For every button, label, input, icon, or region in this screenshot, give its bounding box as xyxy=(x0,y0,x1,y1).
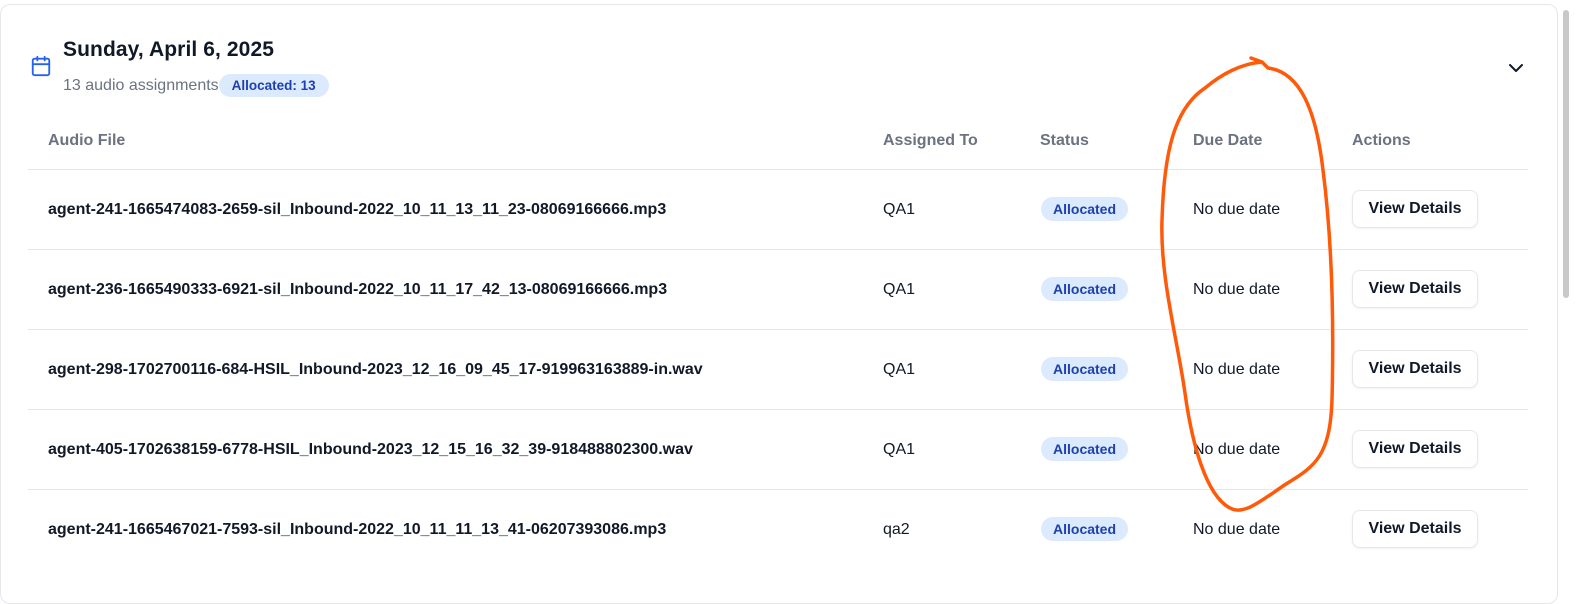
view-details-button[interactable]: View Details xyxy=(1352,350,1478,388)
audio-file-name: agent-236-1665490333-6921-sil_Inbound-20… xyxy=(48,281,668,298)
column-header-audio-file: Audio File xyxy=(48,132,126,149)
view-details-button[interactable]: View Details xyxy=(1352,270,1478,308)
column-header-due-date: Due Date xyxy=(1193,132,1263,149)
due-date: No due date xyxy=(1193,361,1281,378)
status-badge: Allocated xyxy=(1041,357,1129,381)
assigned-to: qa2 xyxy=(883,521,910,538)
audio-file-name: agent-241-1665467021-7593-sil_Inbound-20… xyxy=(48,521,667,538)
status-badge: Allocated xyxy=(1041,517,1129,541)
due-date: No due date xyxy=(1193,281,1281,298)
due-date: No due date xyxy=(1193,201,1281,218)
subtitle-row: 13 audio assignments Allocated: 13 xyxy=(63,74,329,97)
scrollbar-thumb[interactable] xyxy=(1563,10,1569,298)
table-row: agent-236-1665490333-6921-sil_Inbound-20… xyxy=(0,250,1558,330)
table-row: agent-241-1665467021-7593-sil_Inbound-20… xyxy=(0,490,1558,570)
table-row: agent-298-1702700116-684-HSIL_Inbound-20… xyxy=(0,330,1558,410)
status-badge: Allocated xyxy=(1041,197,1129,221)
audio-file-name: agent-298-1702700116-684-HSIL_Inbound-20… xyxy=(48,361,703,378)
view-details-button[interactable]: View Details xyxy=(1352,510,1478,548)
table-row: agent-405-1702638159-6778-HSIL_Inbound-2… xyxy=(0,410,1558,490)
audio-file-name: agent-241-1665474083-2659-sil_Inbound-20… xyxy=(48,201,667,218)
due-date: No due date xyxy=(1193,521,1281,538)
assigned-to: QA1 xyxy=(883,281,916,298)
assigned-to: QA1 xyxy=(883,201,916,218)
assigned-to: QA1 xyxy=(883,441,916,458)
assigned-to: QA1 xyxy=(883,361,916,378)
column-header-assigned-to: Assigned To xyxy=(883,132,978,149)
chevron-down-icon[interactable] xyxy=(1504,56,1528,80)
due-date: No due date xyxy=(1193,441,1281,458)
view-details-button[interactable]: View Details xyxy=(1352,190,1478,228)
calendar-icon xyxy=(31,55,51,77)
column-header-actions: Actions xyxy=(1352,132,1411,149)
status-badge: Allocated xyxy=(1041,277,1129,301)
audio-file-name: agent-405-1702638159-6778-HSIL_Inbound-2… xyxy=(48,441,693,458)
allocated-count-badge: Allocated: 13 xyxy=(218,74,329,97)
status-badge: Allocated xyxy=(1041,437,1129,461)
table-row: agent-241-1665474083-2659-sil_Inbound-20… xyxy=(0,170,1558,250)
view-details-button[interactable]: View Details xyxy=(1352,430,1478,468)
page-title: Sunday, April 6, 2025 xyxy=(63,38,275,61)
assignment-count: 13 audio assignments xyxy=(63,76,219,94)
column-header-status: Status xyxy=(1040,132,1089,149)
